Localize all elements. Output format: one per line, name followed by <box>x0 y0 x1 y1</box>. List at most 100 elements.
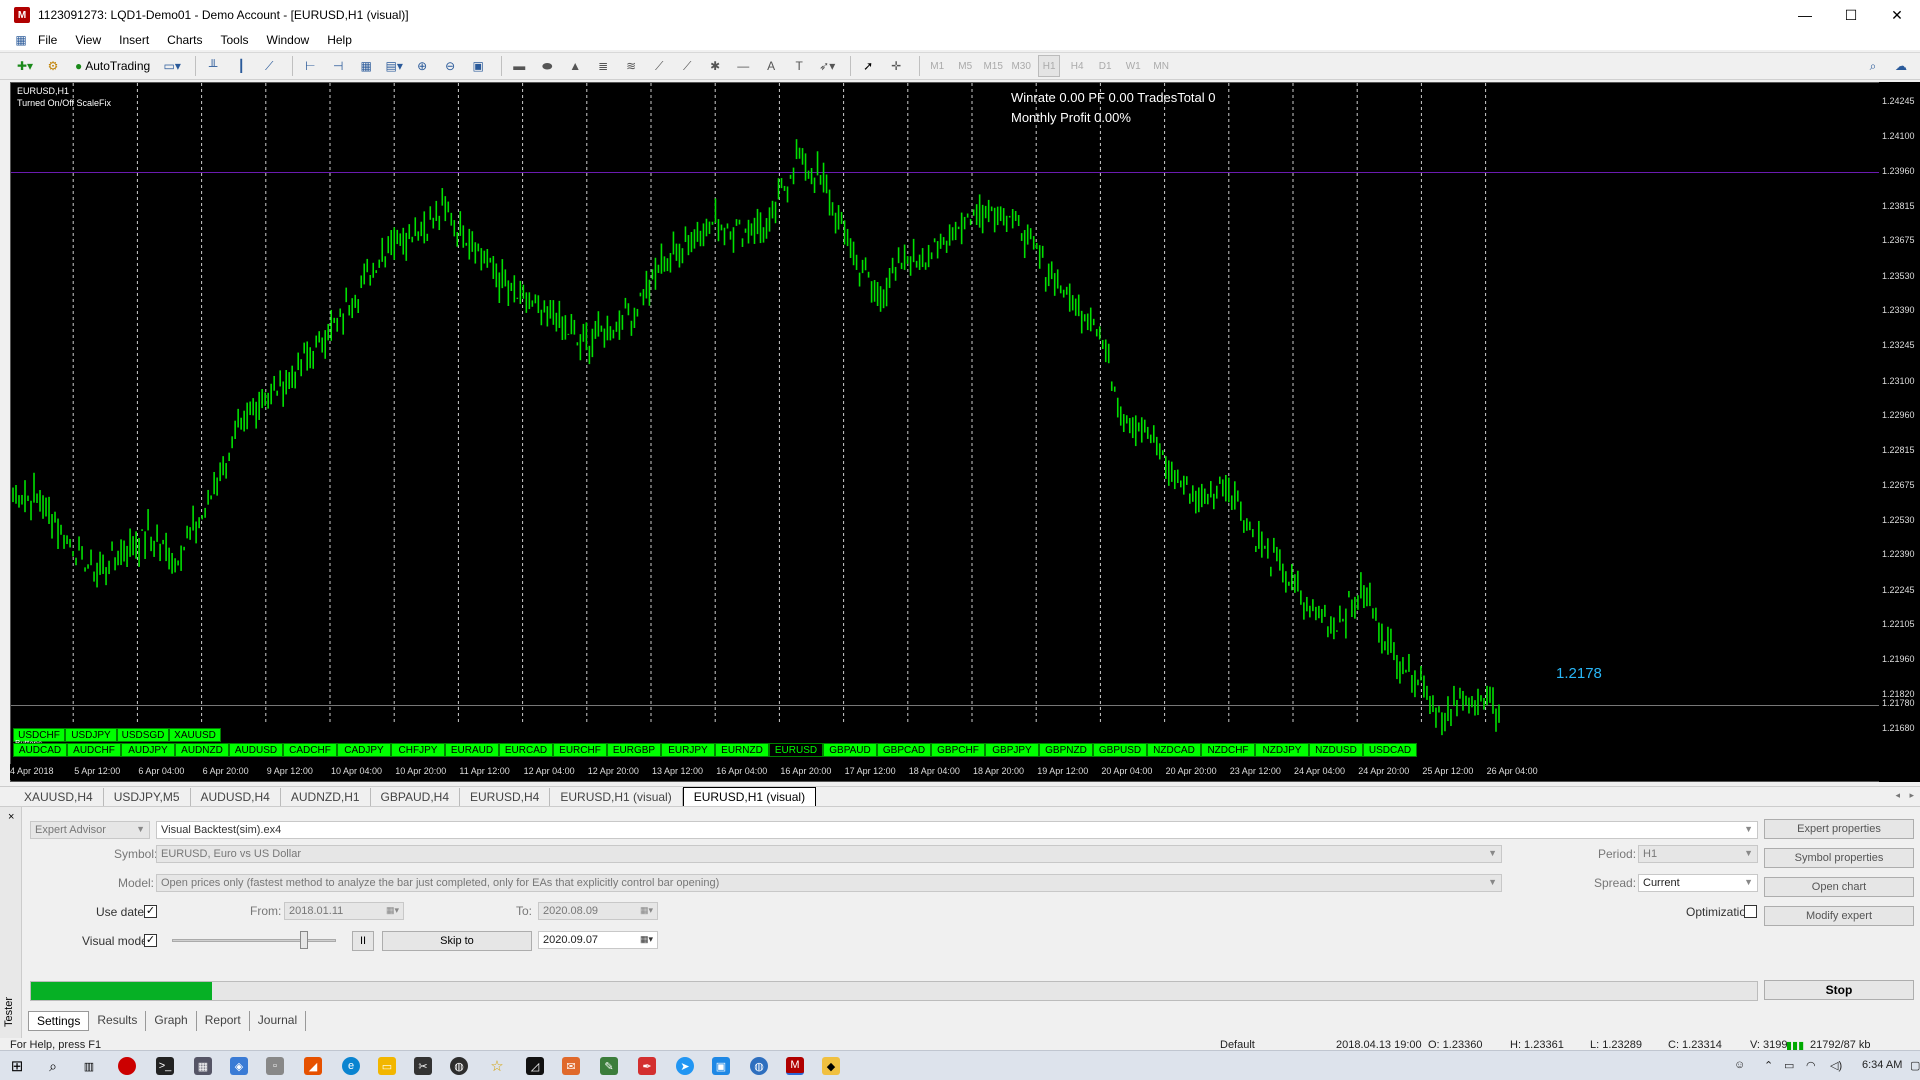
symbol-properties-button[interactable]: Symbol properties <box>1764 848 1914 868</box>
pause-button[interactable]: II <box>352 931 374 951</box>
windows-start-icon[interactable]: ⊞ <box>8 1057 26 1075</box>
line-chart-icon[interactable]: ⟋ <box>258 55 280 77</box>
price-chart[interactable]: EURUSD,H1 Turned On/Off ScaleFix Winrate… <box>10 82 1881 782</box>
notifications-icon[interactable]: ▢ <box>1910 1059 1920 1072</box>
calculator-icon[interactable]: ▦ <box>194 1057 212 1075</box>
expert-select[interactable]: Visual Backtest(sim).ex4 ▼ <box>156 821 1758 839</box>
gann-fan-icon[interactable]: ✱ <box>704 55 726 77</box>
candlestick-icon[interactable]: ┃ <box>230 55 252 77</box>
crosshair-icon[interactable]: ✛ <box>885 55 907 77</box>
symbol-button-euraud[interactable]: EURAUD <box>445 743 499 757</box>
arrows-icon[interactable]: ➶▾ <box>816 55 838 77</box>
tab-scroll-right-icon[interactable]: ▸ <box>1909 790 1914 801</box>
properties-icon[interactable]: ▣ <box>467 55 489 77</box>
chart-tab[interactable]: EURUSD,H1 (visual) <box>550 788 683 806</box>
symbol-button-gbpnzd[interactable]: GBPNZD <box>1039 743 1093 757</box>
period-h4[interactable]: H4 <box>1066 55 1088 77</box>
from-date-input[interactable]: 2018.01.11 ▦▾ <box>284 902 404 920</box>
symbol-button-eurcad[interactable]: EURCAD <box>499 743 553 757</box>
file-explorer-icon[interactable]: ▭ <box>378 1057 396 1075</box>
app-icon[interactable]: ▫ <box>266 1057 284 1075</box>
zoom-out-icon[interactable]: ⊖ <box>439 55 461 77</box>
speed-slider-track[interactable] <box>172 939 336 942</box>
app-icon[interactable]: ▣ <box>712 1057 730 1075</box>
symbol-button-cadchf[interactable]: CADCHF <box>283 743 337 757</box>
battery-icon[interactable]: ▭ <box>1784 1059 1794 1072</box>
symbol-button-chfjpy[interactable]: CHFJPY <box>391 743 445 757</box>
app-icon[interactable]: ◈ <box>230 1057 248 1075</box>
text-icon[interactable]: A <box>760 55 782 77</box>
ellipse-icon[interactable]: ⬬ <box>536 55 558 77</box>
use-date-checkbox[interactable]: ✓ <box>144 905 157 918</box>
snipping-tool-icon[interactable]: ✂ <box>414 1057 432 1075</box>
tray-expand-icon[interactable]: ⌃ <box>1764 1059 1773 1072</box>
to-date-input[interactable]: 2020.08.09 ▦▾ <box>538 902 658 920</box>
volume-icon[interactable]: ◁) <box>1830 1059 1842 1072</box>
chart-tab[interactable]: AUDNZD,H1 <box>281 788 371 806</box>
symbol-button-audnzd[interactable]: AUDNZD <box>175 743 229 757</box>
chart-tab[interactable]: GBPAUD,H4 <box>371 788 460 806</box>
symbol-button-eurgbp[interactable]: EURGBP <box>607 743 661 757</box>
menu-window[interactable]: Window <box>267 33 310 47</box>
tab-results[interactable]: Results <box>89 1011 147 1031</box>
chat-icon[interactable]: ☁ <box>1890 55 1912 77</box>
stop-button[interactable]: Stop <box>1764 980 1914 1000</box>
cursor-icon[interactable]: ➚ <box>857 55 879 77</box>
symbol-button-gbpaud[interactable]: GBPAUD <box>823 743 877 757</box>
symbol-button-gbpchf[interactable]: GBPCHF <box>931 743 985 757</box>
tab-report[interactable]: Report <box>197 1011 250 1031</box>
bar-chart-icon[interactable]: ╨ <box>202 55 224 77</box>
task-view-icon[interactable]: ▥ <box>80 1057 98 1075</box>
symbol-select[interactable]: EURUSD, Euro vs US Dollar ▼ <box>156 845 1502 863</box>
symbol-button-audusd[interactable]: AUDUSD <box>229 743 283 757</box>
symbol-button-eurchf[interactable]: EURCHF <box>553 743 607 757</box>
tab-settings[interactable]: Settings <box>28 1011 90 1031</box>
symbol-button-nzdjpy[interactable]: NZDJPY <box>1255 743 1309 757</box>
autoscroll-icon[interactable]: ⊣ <box>327 55 349 77</box>
trendline-icon[interactable]: ⟋ <box>648 55 670 77</box>
expert-properties-button[interactable]: Expert properties <box>1764 819 1914 839</box>
tester-close-icon[interactable]: × <box>8 811 14 823</box>
search-icon[interactable]: ⌕ <box>44 1057 62 1075</box>
optimization-checkbox[interactable] <box>1744 905 1757 918</box>
navigator-icon[interactable]: ⚙ <box>42 55 64 77</box>
symbol-button-usdjpy[interactable]: USDJPY <box>65 728 117 742</box>
period-m1[interactable]: M1 <box>926 55 948 77</box>
stock-chart-icon[interactable]: ◿ <box>526 1057 544 1075</box>
tab-scroll-left-icon[interactable]: ◂ <box>1895 790 1900 801</box>
period-m15[interactable]: M15 <box>982 55 1004 77</box>
tester-type-select[interactable]: Expert Advisor ▼ <box>30 821 150 839</box>
chart-tab-active[interactable]: EURUSD,H1 (visual) <box>682 787 817 806</box>
menu-tools[interactable]: Tools <box>221 33 249 47</box>
visual-mode-checkbox[interactable]: ✓ <box>144 934 157 947</box>
new-order-icon[interactable]: ✚▾ <box>14 55 36 77</box>
edge-browser-icon[interactable]: e <box>342 1057 360 1075</box>
clock[interactable]: 6:34 AM <box>1862 1059 1902 1071</box>
app-icon[interactable]: ◍ <box>450 1057 468 1075</box>
period-w1[interactable]: W1 <box>1122 55 1144 77</box>
record-icon[interactable] <box>118 1057 136 1075</box>
trendline-angle-icon[interactable]: ⟋ <box>676 55 698 77</box>
tab-journal[interactable]: Journal <box>250 1011 307 1031</box>
zoom-in-icon[interactable]: ⊕ <box>411 55 433 77</box>
notepad-icon[interactable]: ✎ <box>600 1057 618 1075</box>
telegram-icon[interactable]: ➤ <box>676 1057 694 1075</box>
symbol-button-eurnzd[interactable]: EURNZD <box>715 743 769 757</box>
skip-date-input[interactable]: 2020.09.07 ▦▾ <box>538 931 658 949</box>
close-button[interactable]: ✕ <box>1874 0 1920 30</box>
tab-graph[interactable]: Graph <box>146 1011 197 1031</box>
network-icon[interactable]: ◠ <box>1806 1059 1816 1072</box>
period-d1[interactable]: D1 <box>1094 55 1116 77</box>
rectangle-icon[interactable]: ▬ <box>508 55 530 77</box>
symbol-button-gbpusd[interactable]: GBPUSD <box>1093 743 1147 757</box>
fibo-channel-icon[interactable]: ≋ <box>620 55 642 77</box>
symbol-button-eurjpy[interactable]: EURJPY <box>661 743 715 757</box>
tile-windows-icon[interactable]: ▦ <box>355 55 377 77</box>
model-select[interactable]: Open prices only (fastest method to anal… <box>156 874 1502 892</box>
autotrading-button[interactable]: ● AutoTrading <box>70 55 155 77</box>
chart-window-icon[interactable]: ▭▾ <box>161 55 183 77</box>
horizontal-line-icon[interactable]: — <box>732 55 754 77</box>
minimize-button[interactable]: — <box>1782 0 1828 30</box>
symbol-button-nzdcad[interactable]: NZDCAD <box>1147 743 1201 757</box>
maximize-button[interactable]: ☐ <box>1828 0 1874 30</box>
